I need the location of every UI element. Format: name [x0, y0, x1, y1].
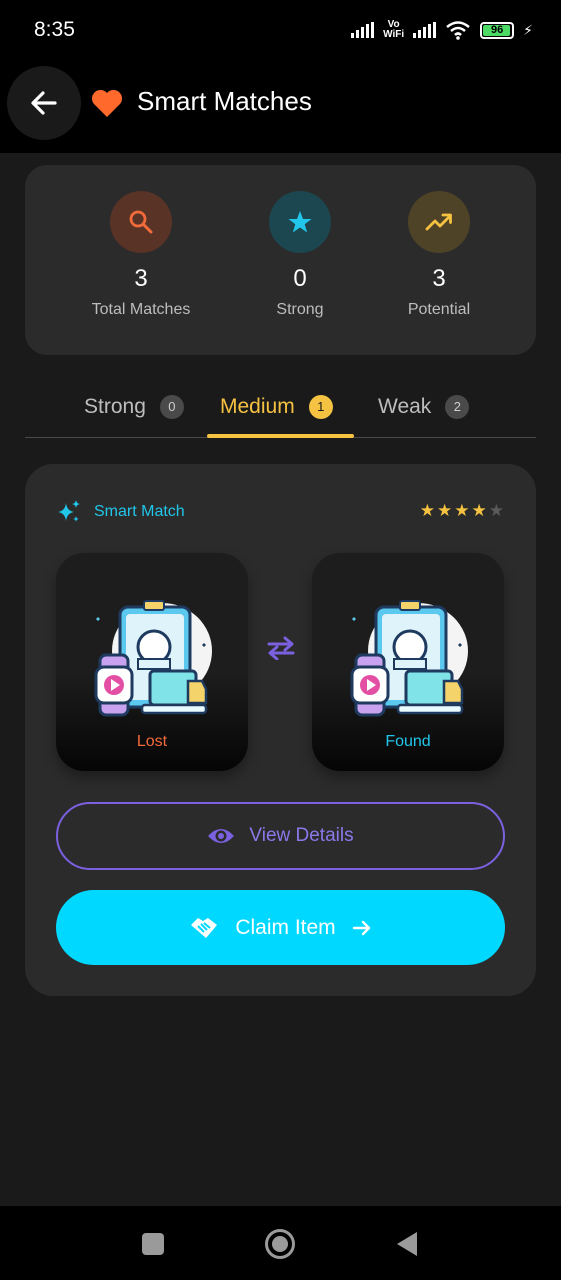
- star-filled-icon: ★: [419, 501, 435, 520]
- recents-square-icon[interactable]: [141, 1232, 165, 1256]
- status-bar: 8:35 Vo WiFi 96 ⚡: [0, 0, 561, 60]
- page-title: Smart Matches: [137, 86, 312, 116]
- handshake-icon: [191, 917, 218, 938]
- gadget-illustration-icon: [350, 600, 468, 717]
- match-rating: ★ ★ ★ ★ ★: [420, 502, 504, 519]
- star-filled-icon: ★: [471, 501, 487, 520]
- tab-strong[interactable]: Strong 0: [84, 375, 184, 438]
- sparkle-icon: [58, 500, 80, 522]
- view-details-button[interactable]: View Details: [56, 802, 505, 870]
- stat-value: 0: [293, 265, 307, 292]
- back-arrow-icon: [31, 91, 57, 115]
- swap-arrows-icon: [267, 636, 295, 660]
- stat-label: Total Matches: [91, 301, 191, 318]
- stat-potential-circle: [408, 191, 470, 253]
- charging-icon: ⚡: [523, 21, 533, 38]
- active-tab-indicator: [207, 434, 354, 438]
- star-empty-icon: ★: [488, 501, 504, 520]
- view-details-label: View Details: [249, 825, 354, 846]
- match-card: Smart Match ★ ★ ★ ★ ★ Lost Found View De…: [25, 464, 536, 996]
- status-icons: Vo WiFi 96 ⚡: [351, 20, 533, 40]
- tab-label: Weak: [378, 394, 432, 418]
- tab-count-badge: 2: [445, 394, 470, 419]
- found-label: Found: [385, 733, 431, 750]
- match-tabs: Strong 0 Medium 1 Weak 2: [25, 375, 536, 438]
- home-circle-icon[interactable]: [264, 1228, 296, 1260]
- stat-label: Strong: [276, 301, 324, 318]
- vowifi-label: Vo WiFi: [383, 19, 405, 40]
- search-icon: [129, 210, 153, 234]
- wifi-icon: [446, 21, 470, 40]
- signal-icon-2: [413, 22, 437, 38]
- stats-card: 3 Total Matches 0 Strong 3 Potential: [25, 165, 536, 355]
- trending-up-icon: [425, 213, 452, 231]
- battery-level: 96: [491, 24, 504, 36]
- stat-total-matches: 3 Total Matches: [71, 191, 211, 319]
- stat-potential: 3 Potential: [369, 191, 509, 319]
- lost-label: Lost: [136, 733, 168, 750]
- match-type: Smart Match: [56, 499, 185, 525]
- claim-item-button[interactable]: Claim Item: [56, 890, 505, 965]
- tab-label: Medium: [220, 394, 295, 418]
- stat-strong: 0 Strong: [230, 191, 370, 319]
- signal-icon: [351, 22, 375, 38]
- star-filled-icon: ★: [454, 501, 470, 520]
- stat-label: Potential: [407, 301, 471, 318]
- star-filled-icon: ★: [437, 501, 453, 520]
- stat-total-circle: [110, 191, 172, 253]
- gadget-illustration-icon: [94, 600, 212, 717]
- match-type-label: Smart Match: [94, 503, 185, 520]
- lost-item-tile[interactable]: Lost: [56, 553, 248, 771]
- tab-count-badge: 0: [159, 394, 184, 419]
- heart-icon: [91, 89, 123, 117]
- tab-medium[interactable]: Medium 1: [220, 375, 333, 438]
- battery-icon: 96: [480, 21, 515, 39]
- status-time: 8:35: [34, 18, 75, 41]
- stat-value: 3: [134, 265, 148, 292]
- tab-weak[interactable]: Weak 2: [378, 375, 470, 438]
- system-nav-bar: [0, 1206, 561, 1280]
- back-button[interactable]: [7, 66, 81, 140]
- stat-value: 3: [432, 265, 446, 292]
- claim-item-label: Claim Item: [235, 915, 336, 939]
- tab-label: Strong: [84, 394, 146, 418]
- star-icon: [288, 211, 312, 233]
- app-header: Smart Matches: [0, 60, 561, 153]
- arrow-right-icon: [352, 920, 370, 935]
- stat-strong-circle: [269, 191, 331, 253]
- eye-icon: [208, 829, 235, 843]
- found-item-tile[interactable]: Found: [312, 553, 504, 771]
- tab-count-badge: 1: [308, 394, 333, 419]
- back-triangle-icon[interactable]: [395, 1230, 419, 1258]
